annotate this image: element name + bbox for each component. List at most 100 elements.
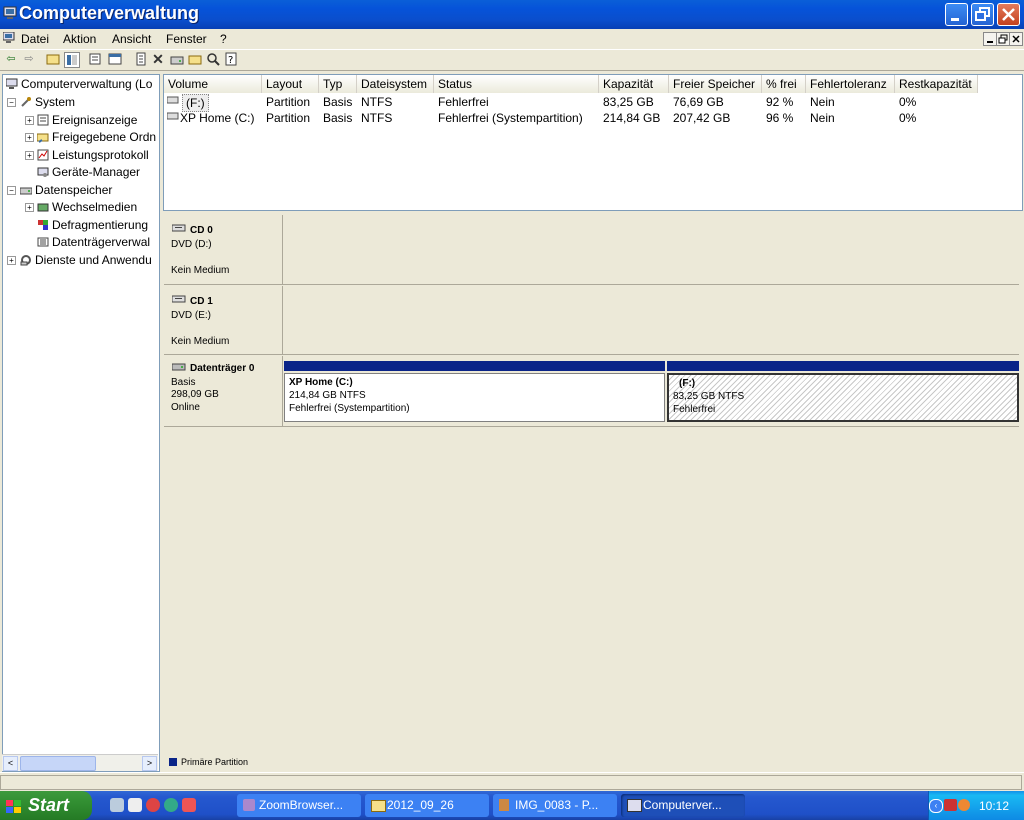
expand-wechsel-icon[interactable]: + xyxy=(25,203,34,212)
partition-f[interactable]: (F:) 83,25 GB NTFS Fehlerfrei xyxy=(667,373,1019,422)
expand-leistung-icon[interactable]: + xyxy=(25,151,34,160)
properties-icon[interactable] xyxy=(88,52,102,66)
menu-fenster[interactable]: Fenster xyxy=(166,32,207,46)
col-header-prozent-frei[interactable]: % frei xyxy=(762,75,806,93)
scroll-right-arrow-icon[interactable]: > xyxy=(142,756,157,771)
mmc-menu-icon[interactable] xyxy=(2,31,15,47)
system-tray: ‹ 10:12 xyxy=(928,791,1024,820)
col-header-dateisystem[interactable]: Dateisystem xyxy=(357,75,434,93)
restore-button[interactable] xyxy=(971,3,994,26)
toolbar: ⇦ ⇨ ✕ ? xyxy=(0,50,1024,71)
tray-security-icon[interactable] xyxy=(944,799,957,811)
disk-area-cd0[interactable] xyxy=(283,215,1019,285)
child-restore-button[interactable] xyxy=(996,32,1010,46)
cell-layout: Partition xyxy=(266,111,311,125)
menu-aktion[interactable]: Aktion xyxy=(63,32,96,46)
cell-volume: XP Home (C:) xyxy=(180,111,255,125)
disk-area-cd1[interactable] xyxy=(283,286,1019,355)
collapse-datenspeicher-icon[interactable]: − xyxy=(7,186,16,195)
defrag-icon xyxy=(37,219,49,231)
disk-graph-view[interactable]: CD 0 DVD (D:) Kein Medium CD 1 DVD (E:) … xyxy=(163,212,1021,754)
partition-size: 214,84 GB NTFS xyxy=(289,390,366,401)
show-tree-icon[interactable] xyxy=(64,52,80,68)
tree-item-geraete-manager[interactable]: Geräte-Manager xyxy=(37,165,140,179)
scroll-left-arrow-icon[interactable]: < xyxy=(3,756,18,771)
delete-x-icon[interactable]: ✕ xyxy=(151,52,165,66)
tree-horizontal-scrollbar[interactable]: < > xyxy=(2,754,158,771)
quicklaunch-browser-icon[interactable] xyxy=(146,798,160,812)
expand-dienste-icon[interactable]: + xyxy=(7,256,16,265)
menu-ansicht[interactable]: Ansicht xyxy=(112,32,151,46)
computer-icon xyxy=(5,78,18,90)
export-list-icon[interactable] xyxy=(134,52,148,66)
quicklaunch-explorer-icon[interactable] xyxy=(128,798,142,812)
help-icon[interactable]: ? xyxy=(224,52,238,66)
task-zoombrowser[interactable]: ZoomBrowser... xyxy=(237,794,361,817)
tray-expand-icon[interactable]: ‹ xyxy=(929,799,943,813)
status-bar xyxy=(0,772,1024,791)
col-header-restkapazitaet[interactable]: Restkapazität xyxy=(895,75,978,93)
tree-item-ereignisanzeige[interactable]: Ereignisanzeige xyxy=(37,113,137,127)
tree-item-dienste[interactable]: Dienste und Anwendu xyxy=(20,253,152,267)
tree-item-leistungsprotokolle[interactable]: Leistungsprotokoll xyxy=(37,148,149,162)
menu-datei[interactable]: Datei xyxy=(21,32,49,46)
disk-properties-icon[interactable] xyxy=(170,52,184,66)
collapse-system-icon[interactable]: − xyxy=(7,98,16,107)
col-header-typ[interactable]: Typ xyxy=(319,75,357,93)
volume-list[interactable]: Volume Layout Typ Dateisystem Status Kap… xyxy=(163,74,1023,211)
minimize-button[interactable] xyxy=(945,3,968,26)
col-header-layout[interactable]: Layout xyxy=(262,75,319,93)
window-title: Computerverwaltung xyxy=(19,3,200,23)
child-close-button[interactable] xyxy=(1009,32,1023,46)
col-header-status[interactable]: Status xyxy=(434,75,599,93)
device-manager-icon xyxy=(37,166,49,178)
col-header-kapazitaet[interactable]: Kapazität xyxy=(599,75,669,93)
clock[interactable]: 10:12 xyxy=(979,799,1009,813)
volume-icon xyxy=(166,110,179,126)
expand-freigabe-icon[interactable]: + xyxy=(25,133,34,142)
quicklaunch-ie-icon[interactable] xyxy=(164,798,178,812)
cell-fehlertoleranz: Nein xyxy=(810,111,835,125)
tree-item-wechselmedien[interactable]: Wechselmedien xyxy=(37,200,137,214)
console-icon[interactable] xyxy=(108,52,122,66)
services-icon xyxy=(20,254,32,266)
tree-item-datenspeicher[interactable]: Datenspeicher xyxy=(19,183,112,197)
quicklaunch-media-icon[interactable] xyxy=(182,798,196,812)
forward-arrow-icon[interactable]: ⇨ xyxy=(22,52,36,66)
tree-item-freigegebene-ordner[interactable]: Freigegebene Ordn xyxy=(36,130,156,144)
tree-item-system[interactable]: System xyxy=(20,95,75,109)
tree-item-defragmentierung[interactable]: Defragmentierung xyxy=(37,218,148,232)
back-arrow-icon[interactable]: ⇦ xyxy=(4,52,18,66)
console-tree[interactable]: Computerverwaltung (Lo − System + Ereign… xyxy=(2,74,160,772)
partition-c[interactable]: XP Home (C:) 214,84 GB NTFS Fehlerfrei (… xyxy=(284,373,665,422)
tree-item-root[interactable]: Computerverwaltung (Lo xyxy=(5,77,152,91)
cell-fehlertoleranz: Nein xyxy=(810,95,835,109)
quicklaunch-desktop-icon[interactable] xyxy=(110,798,124,812)
search-icon[interactable] xyxy=(206,52,220,66)
title-bar[interactable]: Computerverwaltung xyxy=(0,0,1024,29)
open-folder-icon[interactable] xyxy=(188,52,202,66)
col-header-freier-speicher[interactable]: Freier Speicher xyxy=(669,75,762,93)
removable-media-icon xyxy=(37,201,49,213)
scroll-thumb[interactable] xyxy=(20,756,96,771)
legend-label-primary: Primäre Partition xyxy=(181,757,249,767)
close-button[interactable] xyxy=(997,3,1020,26)
task-img-0083[interactable]: IMG_0083 - P... xyxy=(493,794,617,817)
disk-label-disk0[interactable]: Datenträger 0 Basis 298,09 GB Online xyxy=(164,356,283,427)
expand-ereignis-icon[interactable]: + xyxy=(25,116,34,125)
col-header-fehlertoleranz[interactable]: Fehlertoleranz xyxy=(806,75,895,93)
menu-help[interactable]: ? xyxy=(220,32,227,46)
disk-state: Online xyxy=(171,402,200,413)
disk-label-cd0[interactable]: CD 0 DVD (D:) Kein Medium xyxy=(164,215,283,285)
up-folder-icon[interactable] xyxy=(46,52,60,66)
start-button[interactable]: Start xyxy=(0,791,92,820)
computer-management-icon xyxy=(3,6,17,20)
disk-label-cd1[interactable]: CD 1 DVD (E:) Kein Medium xyxy=(164,286,283,355)
shared-folder-icon xyxy=(36,131,49,143)
tree-item-datentraegerverwaltung[interactable]: Datenträgerverwal xyxy=(37,235,150,249)
child-minimize-button[interactable] xyxy=(983,32,997,46)
hard-disk-icon xyxy=(171,362,186,375)
col-header-volume[interactable]: Volume xyxy=(164,75,262,93)
cell-typ: Basis xyxy=(323,111,353,125)
tray-update-icon[interactable] xyxy=(958,799,970,811)
